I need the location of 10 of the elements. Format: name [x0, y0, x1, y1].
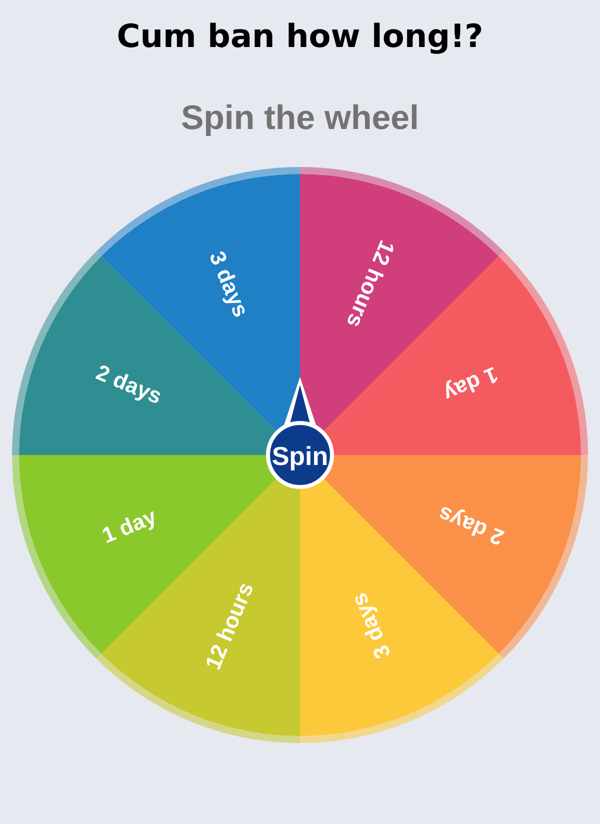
- segment-label: 3 days: [346, 590, 396, 662]
- segment-label: 12 hours: [200, 578, 258, 674]
- segment-label: 2 days: [434, 501, 508, 550]
- page-title: Cum ban how long!?: [116, 16, 484, 56]
- segment-label: 1 day: [440, 362, 502, 407]
- segment-label: 2 days: [92, 360, 166, 409]
- segment-label: 3 days: [204, 248, 254, 320]
- subtitle: Spin the wheel: [180, 98, 420, 138]
- segment-label: 12 hours: [342, 236, 400, 332]
- segment-label: 1 day: [98, 503, 160, 548]
